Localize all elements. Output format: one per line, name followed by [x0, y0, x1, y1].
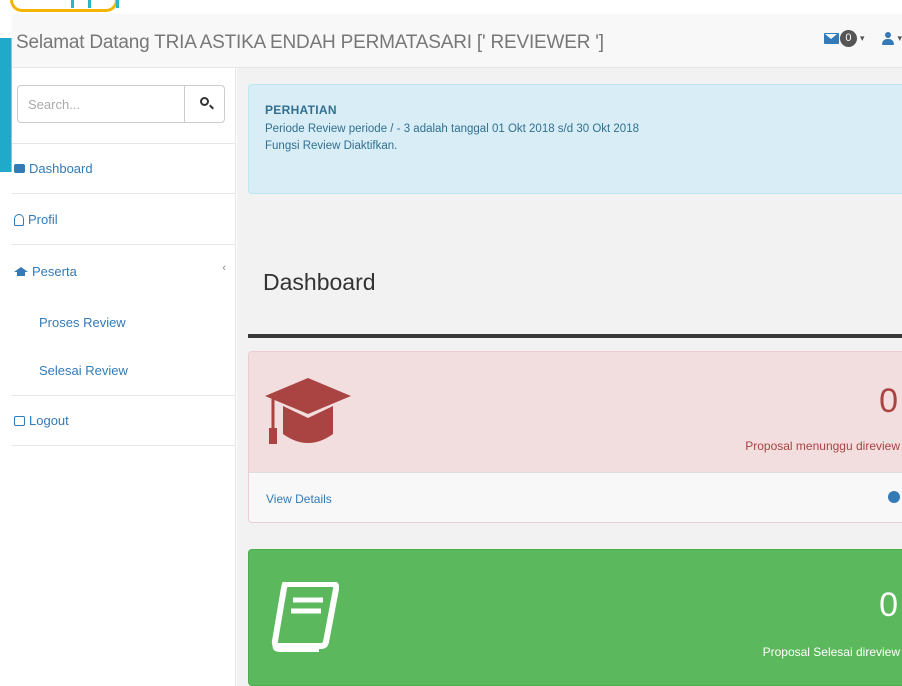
book-icon [271, 582, 339, 652]
accent-bar [0, 38, 13, 172]
alert-status-text: Fungsi Review Diaktifkan. [265, 140, 398, 152]
sidebar-item-label: Selesai Review [39, 363, 128, 378]
envelope-icon [823, 33, 839, 44]
sidebar-item-selesai-review[interactable]: Selesai Review [12, 346, 236, 396]
user-dropdown[interactable]: ▾ [882, 31, 902, 46]
top-navbar: Selamat Datang TRIA ASTIKA ENDAH PERMATA… [12, 14, 902, 68]
arrow-circle-right-icon[interactable] [888, 491, 900, 503]
logo-fragment [10, 0, 119, 12]
sidebar-item-label: Logout [29, 413, 69, 428]
dashboard-icon [14, 164, 25, 173]
alert-period-text: Periode Review periode / - 3 adalah tang… [265, 123, 639, 135]
sidebar-item-label: Peserta [32, 263, 77, 279]
sidebar-item-profil[interactable]: Profil [12, 195, 236, 245]
user-icon [14, 213, 24, 226]
sidebar-item-label: Profil [28, 212, 58, 227]
pending-count: 0 [879, 382, 898, 420]
page-title: Dashboard [263, 269, 376, 295]
pending-review-panel: 0 Proposal menunggu direview View Detail… [248, 351, 902, 523]
search-button[interactable] [184, 85, 225, 123]
sidebar-search [12, 68, 236, 144]
sidebar-item-label: Proses Review [39, 314, 126, 330]
sidebar-item-dashboard[interactable]: Dashboard [12, 144, 236, 194]
info-alert: PERHATIAN Periode Review periode / - 3 a… [248, 84, 902, 194]
caret-down-icon: ▾ [897, 33, 902, 43]
divider [248, 334, 902, 338]
user-icon [882, 31, 895, 46]
search-input[interactable] [17, 85, 185, 123]
completed-count: 0 [879, 586, 898, 624]
panel-footer: View Details [249, 472, 902, 522]
messages-dropdown[interactable]: 0 ▾ [823, 30, 865, 47]
panel-heading: 0 Proposal menunggu direview [249, 352, 902, 472]
main-content: PERHATIAN Periode Review periode / - 3 a… [237, 68, 902, 686]
sidebar-item-logout[interactable]: Logout [12, 396, 236, 446]
message-count-badge: 0 [839, 30, 857, 47]
view-details-link[interactable]: View Details [266, 492, 332, 506]
completed-label: Proposal Selesai direview [762, 645, 900, 659]
navbar-right: 0 ▾ ▾ [823, 30, 902, 47]
sidebar-item-proses-review[interactable]: Proses Review [12, 297, 236, 347]
chevron-left-icon: ‹ [222, 262, 226, 274]
completed-review-panel: 0 Proposal Selesai direview [248, 549, 902, 686]
alert-title: PERHATIAN [265, 103, 337, 117]
sidebar-item-peserta[interactable]: Peserta ‹ [12, 246, 236, 296]
search-icon [200, 97, 209, 106]
sidebar-item-label: Dashboard [29, 161, 93, 176]
sidebar: Dashboard Profil Peserta ‹ Proses Review… [12, 68, 236, 686]
pending-label: Proposal menunggu direview [745, 439, 900, 453]
graduation-cap-icon [265, 378, 351, 444]
logout-icon [14, 415, 25, 426]
graduation-cap-icon [14, 267, 28, 276]
caret-down-icon: ▾ [859, 33, 865, 43]
welcome-text: Selamat Datang TRIA ASTIKA ENDAH PERMATA… [16, 32, 604, 53]
